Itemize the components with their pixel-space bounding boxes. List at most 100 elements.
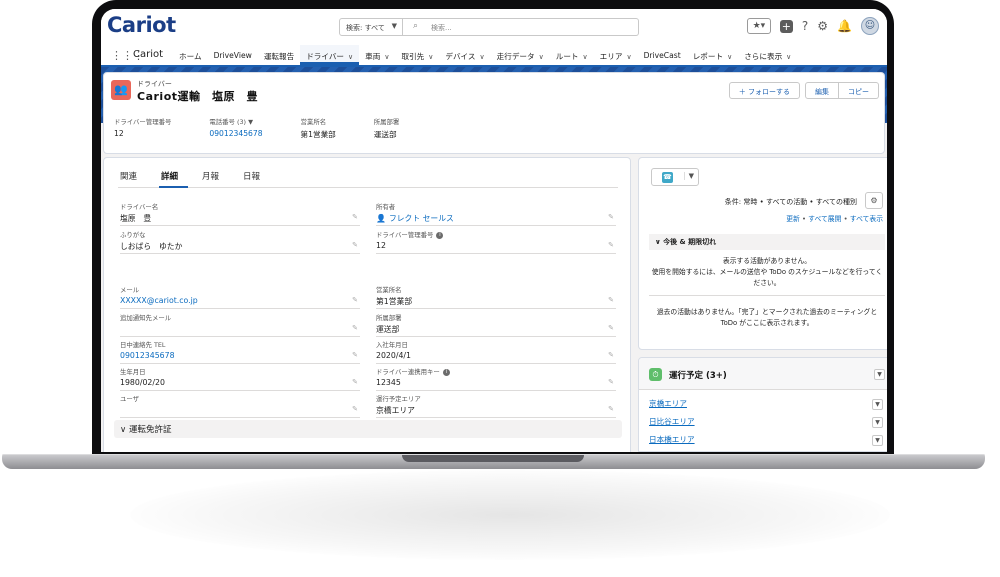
info-icon[interactable]: i [442,368,450,376]
pencil-icon[interactable]: ✎ [608,213,614,221]
tab[interactable]: 関連 [118,166,147,188]
tab[interactable]: 日報 [241,166,270,188]
highlights-panel: ドライバー管理番号 12 電話番号 (3) ▼ 09012345678 営業所名 第1営業… [114,117,437,140]
field-label: 追加通知先メール [120,313,360,322]
row-actions-dropdown[interactable]: ▼ [872,417,883,428]
show-all-link[interactable]: すべて表示 [850,215,883,223]
pencil-icon[interactable]: ✎ [608,378,614,386]
field-value-text: 12 [376,241,386,250]
pencil-icon[interactable]: ✎ [352,405,358,413]
schedule-row-link[interactable]: 日本橋エリア [649,434,695,445]
info-icon[interactable]: i [436,231,444,239]
expand-all-link[interactable]: すべて展開 [808,215,841,223]
schedule-row-link[interactable]: 京橋エリア [649,398,687,409]
help-icon[interactable]: ? [802,17,808,35]
chevron-down-icon[interactable]: ∨ [539,53,544,61]
field-label-text: ふりがな [120,231,146,239]
pencil-icon[interactable]: ✎ [352,213,358,221]
search-scope-select[interactable]: 検索: すべて ▼ [339,18,403,36]
field-value[interactable]: XXXXX@cariot.co.jp [120,296,360,305]
favorites-icon[interactable]: ★▾ [746,18,771,34]
detail-field: メール XXXXX@cariot.co.jp ✎ [120,285,360,309]
field-value-text[interactable]: フレクト セールス [389,214,454,223]
field-label: 営業所名 [376,285,616,294]
pencil-icon[interactable]: ✎ [608,296,614,304]
pencil-icon[interactable]: ✎ [352,296,358,304]
gear-icon[interactable]: ⚙ [817,17,828,35]
nav-item[interactable]: ホーム [173,45,208,65]
upcoming-section-header[interactable]: ∨ 今後 & 期限切れ [649,234,885,250]
chevron-down-icon[interactable]: ∨ [626,53,631,61]
chevron-down-icon: ▼ [683,172,694,180]
row-actions-dropdown[interactable]: ▼ [872,399,883,410]
refresh-link[interactable]: 更新 [786,215,800,223]
notification-bell-icon[interactable]: 🔔 [837,17,852,35]
pencil-icon[interactable]: ✎ [352,351,358,359]
nav-item[interactable]: レポート ∨ [687,45,739,65]
section-license[interactable]: ∨ 運転免許証 [114,420,622,438]
laptop-notch [402,455,584,462]
schedule-icon: ⏱ [649,368,662,381]
gear-icon[interactable]: ⚙ [865,192,883,209]
nav-item[interactable]: 走行データ ∨ [491,45,550,65]
edit-button[interactable]: 編集 [805,82,839,99]
schedule-title[interactable]: 運行予定 (3+) [669,369,727,381]
field-value-text: 2020/4/1 [376,351,412,360]
field-value-text[interactable]: XXXXX@cariot.co.jp [120,296,198,305]
cariot-logo[interactable]: Cariot [107,13,176,37]
pencil-icon[interactable]: ✎ [352,378,358,386]
laptop-shadow [130,470,890,560]
chevron-down-icon[interactable]: ▼ [874,369,885,380]
field-value[interactable]: 09012345678 [120,351,360,360]
chevron-down-icon: ∨ [120,425,129,435]
chevron-down-icon[interactable]: ∨ [428,53,433,61]
highlight-value[interactable]: 09012345678 [209,129,262,138]
field-value: 京橋エリア [376,405,616,416]
detail-field: 所有者 👤 フレクト セールス ✎ [376,202,616,226]
pencil-icon[interactable]: ✎ [352,241,358,249]
pencil-icon[interactable]: ✎ [352,324,358,332]
tab[interactable]: 詳細 [159,166,189,188]
tab[interactable]: 月報 [200,166,229,188]
chevron-down-icon[interactable]: ∨ [583,53,588,61]
add-icon[interactable]: + [779,19,793,33]
pencil-icon[interactable]: ✎ [608,351,614,359]
detail-field: 運行予定エリア 京橋エリア ✎ [376,394,616,418]
nav-item-label: 運転報告 [263,52,295,61]
field-value[interactable]: 👤 フレクト セールス [376,213,616,224]
detail-field: ドライバー管理番号 i 12 ✎ [376,230,616,254]
follow-button[interactable]: ＋ フォローする [728,82,800,99]
field-value-text: 塩原 豊 [120,214,152,223]
nav-item[interactable]: ルート ∨ [550,45,594,65]
nav-item[interactable]: エリア ∨ [594,45,638,65]
nav-item[interactable]: DriveCast [638,45,687,65]
chevron-down-icon[interactable]: ▼ [246,118,253,126]
nav-item[interactable]: 車両 ∨ [359,45,395,65]
field-label-text: メール [120,286,140,294]
pencil-icon[interactable]: ✎ [608,241,614,249]
nav-item[interactable]: 運転報告 [258,45,300,65]
chevron-down-icon[interactable]: ∨ [727,53,732,61]
chevron-down-icon[interactable]: ∨ [786,53,791,61]
schedule-row-link[interactable]: 日比谷エリア [649,416,695,427]
row-actions-dropdown[interactable]: ▼ [872,435,883,446]
field-value-text[interactable]: 09012345678 [120,351,175,360]
nav-item[interactable]: 取引先 ∨ [395,45,439,65]
field-label-text: 生年月日 [120,368,146,376]
pencil-icon[interactable]: ✎ [608,405,614,413]
pencil-icon[interactable]: ✎ [608,324,614,332]
chevron-down-icon[interactable]: ∨ [480,53,485,61]
activity-log-button[interactable]: ☎ ▼ [651,168,699,186]
nav-item[interactable]: DriveView [208,45,258,65]
copy-button[interactable]: コピー [839,82,879,99]
nav-item[interactable]: さらに表示 ∨ [738,45,797,65]
chevron-down-icon[interactable]: ∨ [384,53,389,61]
nav-item[interactable]: ドライバー ∨ [300,45,360,65]
nav-item[interactable]: デバイス ∨ [439,45,490,65]
chevron-down-icon[interactable]: ∨ [348,53,353,61]
field-label: ふりがな [120,230,360,239]
highlight-field: 営業所名 第1営業部 [301,117,336,140]
search-input[interactable]: ⌕ 検索... [403,18,639,36]
avatar[interactable]: ☺ [861,17,879,35]
highlight-label: 電話番号 (3) ▼ [209,117,262,126]
